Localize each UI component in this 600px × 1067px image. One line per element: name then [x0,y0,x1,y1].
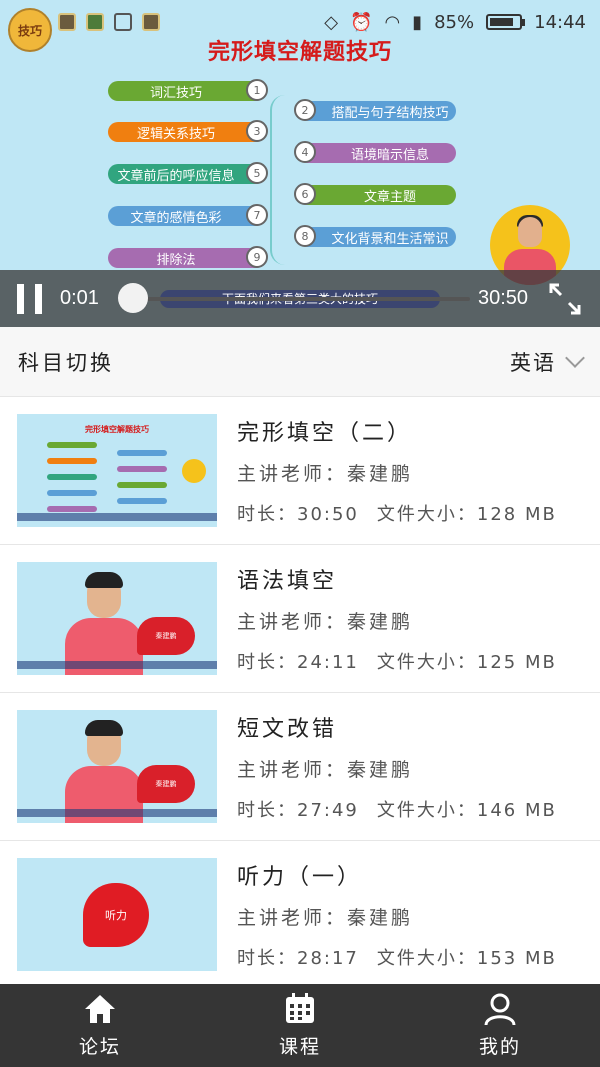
course-size: 文件大小：125 MB [376,652,557,673]
course-item[interactable]: 听力 听力（一） 主讲老师：秦建鹏 时长：28:17 文件大小：153 MB [0,841,600,989]
user-icon [483,992,517,1026]
course-teacher: 主讲老师：秦建鹏 [237,611,414,633]
course-teacher: 主讲老师：秦建鹏 [237,907,414,929]
course-duration: 时长：30:50 [237,504,359,525]
mindmap-node-8: 8 文化背景和生活常识 [294,225,456,247]
mindmap-node-7: 文章的感情色彩 7 [108,204,268,226]
fullscreen-icon[interactable] [548,282,582,316]
course-item[interactable]: 秦建鹏 语法填空 主讲老师：秦建鹏 时长：24:11 文件大小：125 MB [0,545,600,693]
status-bar: ◇ ⏰ ◠ ▮ 85% 14:44 [0,0,600,44]
mindmap-node-4: 4 语境暗示信息 [294,141,456,163]
course-teacher: 主讲老师：秦建鹏 [237,463,414,485]
course-item[interactable]: 秦建鹏 短文改错 主讲老师：秦建鹏 时长：27:49 文件大小：146 MB [0,693,600,841]
mindmap-node-1: 词汇技巧 1 [108,79,268,101]
video-player[interactable]: 完形填空解题技巧 词汇技巧 1 2 搭配与句子结构技巧 逻辑关系技巧 3 4 语境暗示信… [0,0,600,327]
bottom-nav: 论坛 课程 我的 [0,984,600,1067]
alarm-icon: ⏰ [350,11,373,33]
wifi-icon: ◠ [384,11,401,33]
course-title: 完形填空（二） [237,421,413,446]
duration-time: 30:50 [478,287,529,309]
course-thumbnail: 秦建鹏 [17,562,217,675]
course-duration: 时长：27:49 [237,800,359,821]
course-teacher: 主讲老师：秦建鹏 [237,759,414,781]
home-icon [83,992,117,1026]
pause-button[interactable] [0,270,60,327]
mindmap-node-6: 6 文章主题 [294,183,456,205]
subject-selected[interactable]: 英语 [510,347,556,377]
battery-percent: 85% [434,11,475,33]
notification-icon [142,13,160,31]
course-title: 短文改错 [237,717,338,742]
course-title: 听力（一） [237,865,363,890]
battery-icon [486,14,526,30]
signal-icon: ▮ [412,11,423,33]
vibrate-icon: ◇ [324,11,339,33]
notification-icon [58,13,76,31]
mindmap-node-2: 2 搭配与句子结构技巧 [294,99,456,121]
app-logo: 技巧 [8,8,52,52]
course-size: 文件大小：146 MB [376,800,557,821]
calendar-icon [283,992,317,1026]
notification-icon [86,13,104,31]
seek-bar[interactable] [120,297,470,301]
subject-switch[interactable]: 科目切换 英语 [0,327,600,397]
nav-item-forum[interactable]: 论坛 [0,984,200,1067]
mindmap-node-3: 逻辑关系技巧 3 [108,120,268,142]
course-title: 语法填空 [237,569,338,594]
screenshot-icon [114,13,132,31]
mindmap-node-9: 排除法 9 [108,246,268,268]
seek-thumb[interactable] [118,283,148,313]
player-controls: 0:01 下面我们来看第三类大的技巧 30:50 [0,270,600,327]
chevron-down-icon[interactable] [565,347,585,368]
clock: 14:44 [534,11,586,33]
mindmap-node-5: 文章前后的呼应信息 5 [108,162,268,184]
course-list: 完形填空解题技巧 完形填空（二） 主讲老师：秦建鹏 时长：30:50 文件大小：1… [0,397,600,989]
course-duration: 时长：28:17 [237,948,359,969]
course-thumbnail: 听力 [17,858,217,971]
course-size: 文件大小：153 MB [376,948,557,969]
course-thumbnail: 秦建鹏 [17,710,217,823]
nav-item-mine[interactable]: 我的 [400,984,600,1067]
current-time: 0:01 [60,287,99,309]
course-duration: 时长：24:11 [237,652,359,673]
nav-item-courses[interactable]: 课程 [200,984,400,1067]
course-thumbnail: 完形填空解题技巧 [17,414,217,527]
course-item[interactable]: 完形填空解题技巧 完形填空（二） 主讲老师：秦建鹏 时长：30:50 文件大小：1… [0,397,600,545]
course-size: 文件大小：128 MB [376,504,557,525]
subject-switch-label: 科目切换 [18,350,114,375]
